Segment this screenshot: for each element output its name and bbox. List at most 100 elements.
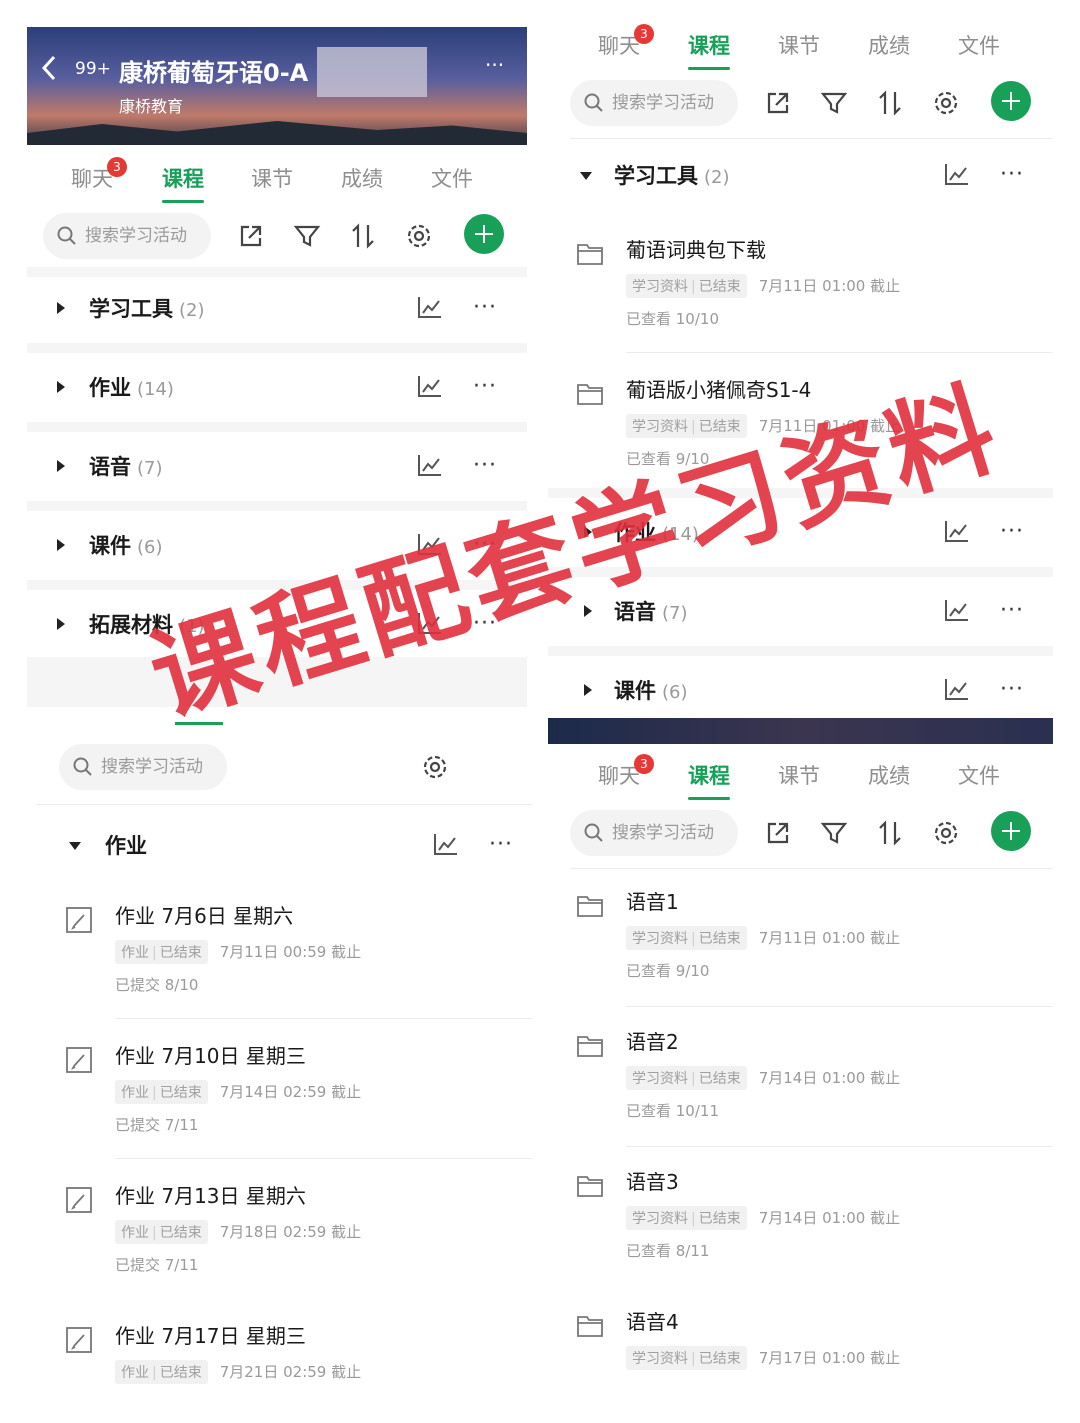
search-placeholder: 搜索学习活动	[612, 823, 714, 843]
more-options-button[interactable]: ···	[473, 374, 497, 399]
material-item[interactable]: 葡语词典包下载 学习资料 | 已结束 7月11日 01:00 截止 已查看 10/10	[548, 218, 1053, 358]
material-item[interactable]: 语音1 学习资料 | 已结束 7月11日 01:00 截止 已查看 9/10	[548, 870, 1053, 1010]
category-name: 作业	[105, 834, 147, 858]
item-meta: 学习资料 | 已结束 7月17日 01:00 截止	[626, 1346, 900, 1370]
more-options-button[interactable]: ···	[473, 295, 497, 320]
tag-type: 学习资料	[632, 1351, 688, 1367]
homework-item[interactable]: 作业 7月6日 星期六 作业 | 已结束 7月11日 00:59 截止 已提交 8/1…	[27, 884, 532, 1024]
gear-icon[interactable]	[405, 222, 433, 250]
tab-chat[interactable]: 聊天 3	[598, 754, 654, 790]
back-icon[interactable]	[41, 55, 57, 81]
material-item[interactable]: 语音4 学习资料 | 已结束 7月17日 01:00 截止	[548, 1290, 1053, 1398]
category-row-homework[interactable]: 作业 (14) ···	[27, 352, 527, 422]
category-row-tools[interactable]: 学习工具 (2) ···	[27, 273, 527, 343]
item-title: 语音2	[626, 1030, 679, 1054]
item-meta: 学习资料 | 已结束 7月11日 01:00 截止	[626, 274, 900, 298]
item-meta: 作业 | 已结束 7月18日 02:59 截止	[115, 1220, 361, 1244]
toolbar: 搜索学习活动	[27, 740, 532, 796]
search-icon	[57, 226, 76, 245]
gear-icon[interactable]	[932, 89, 960, 117]
category-row-tools-expanded[interactable]: 学习工具 (2) ···	[548, 140, 1053, 210]
search-input[interactable]: 搜索学习活动	[570, 810, 738, 856]
item-title: 作业 7月6日 星期六	[115, 904, 294, 928]
search-input[interactable]: 搜索学习活动	[59, 744, 227, 790]
search-input[interactable]: 搜索学习活动	[43, 213, 211, 259]
tab-course[interactable]: 课程	[688, 30, 730, 70]
tag-status: 已结束	[698, 1351, 741, 1367]
item-tag: 作业 | 已结束	[115, 1360, 208, 1384]
more-options-button[interactable]: ···	[489, 832, 513, 857]
item-tag: 学习资料 | 已结束	[626, 274, 747, 298]
more-options-button[interactable]: ···	[1000, 598, 1024, 623]
item-status: 已查看 9/10	[626, 962, 710, 980]
tab-grades[interactable]: 成绩	[868, 30, 910, 60]
item-deadline: 7月11日 01:00 截止	[758, 277, 901, 295]
tab-course[interactable]: 课程	[688, 760, 730, 800]
homework-item[interactable]: 作业 7月17日 星期三 作业 | 已结束 7月21日 02:59 截止	[27, 1304, 532, 1400]
filter-icon[interactable]	[293, 222, 321, 250]
add-button[interactable]	[464, 214, 504, 254]
category-row-courseware[interactable]: 课件 (6) ···	[548, 655, 1053, 718]
category-row-homework-expanded[interactable]: 作业 ···	[27, 810, 532, 880]
homework-edit-icon	[66, 907, 92, 933]
item-title: 语音4	[626, 1310, 679, 1334]
divider	[626, 1146, 1053, 1147]
more-options-button[interactable]: ···	[473, 453, 497, 478]
sort-icon[interactable]	[876, 819, 904, 847]
share-icon[interactable]	[764, 89, 792, 117]
item-title: 作业 7月13日 星期六	[115, 1184, 306, 1208]
share-icon[interactable]	[237, 222, 265, 250]
add-button[interactable]	[991, 81, 1031, 121]
homework-edit-icon	[66, 1187, 92, 1213]
tab-chat[interactable]: 聊天 3	[71, 157, 127, 193]
homework-item[interactable]: 作业 7月10日 星期三 作业 | 已结束 7月14日 02:59 截止 已提交 7/…	[27, 1024, 532, 1164]
caret-down-icon	[69, 842, 81, 850]
tab-course[interactable]: 课程	[162, 163, 204, 203]
tab-files[interactable]: 文件	[431, 163, 473, 193]
item-deadline: 7月14日 01:00 截止	[758, 1209, 901, 1227]
item-tag: 作业 | 已结束	[115, 1080, 208, 1104]
category-name: 作业 (14)	[89, 372, 174, 402]
header-more-button[interactable]: ···	[485, 53, 504, 77]
add-button[interactable]	[991, 811, 1031, 851]
gear-icon[interactable]	[421, 753, 449, 781]
filter-icon[interactable]	[820, 819, 848, 847]
tab-grades[interactable]: 成绩	[868, 760, 910, 790]
tab-lesson[interactable]: 课节	[778, 30, 820, 60]
more-options-button[interactable]: ···	[1000, 162, 1024, 187]
share-icon[interactable]	[764, 819, 792, 847]
tab-lesson[interactable]: 课节	[251, 163, 293, 193]
stats-chart-icon[interactable]	[944, 519, 970, 543]
stats-chart-icon[interactable]	[417, 374, 443, 398]
item-tag: 学习资料 | 已结束	[626, 1066, 747, 1090]
more-options-button[interactable]: ···	[1000, 677, 1024, 702]
search-input[interactable]: 搜索学习活动	[570, 80, 738, 126]
stats-chart-icon[interactable]	[944, 162, 970, 186]
category-label: 语音	[89, 455, 131, 479]
tab-grades[interactable]: 成绩	[341, 163, 383, 193]
tab-lesson[interactable]: 课节	[778, 760, 820, 790]
tab-files[interactable]: 文件	[958, 760, 1000, 790]
homework-item[interactable]: 作业 7月13日 星期六 作业 | 已结束 7月18日 02:59 截止 已提交 7/…	[27, 1164, 532, 1304]
category-row-audio[interactable]: 语音 (7) ···	[27, 431, 527, 501]
stats-chart-icon[interactable]	[944, 598, 970, 622]
filter-icon[interactable]	[820, 89, 848, 117]
tag-type: 学习资料	[632, 279, 688, 295]
more-options-button[interactable]: ···	[1000, 519, 1024, 544]
tab-files[interactable]: 文件	[958, 30, 1000, 60]
category-name: 语音 (7)	[89, 451, 163, 481]
material-item[interactable]: 语音2 学习资料 | 已结束 7月14日 01:00 截止 已查看 10/11	[548, 1010, 1053, 1150]
sort-icon[interactable]	[876, 89, 904, 117]
item-status: 已提交 7/11	[115, 1256, 199, 1274]
sort-icon[interactable]	[349, 222, 377, 250]
tab-chat[interactable]: 聊天 3	[598, 24, 654, 60]
chat-badge: 3	[107, 157, 127, 177]
material-item[interactable]: 语音3 学习资料 | 已结束 7月14日 01:00 截止 已查看 8/11	[548, 1150, 1053, 1290]
stats-chart-icon[interactable]	[944, 677, 970, 701]
stats-chart-icon[interactable]	[433, 832, 459, 856]
stats-chart-icon[interactable]	[417, 453, 443, 477]
stats-chart-icon[interactable]	[417, 295, 443, 319]
gear-icon[interactable]	[932, 819, 960, 847]
toolbar: 搜索学习活动	[27, 209, 527, 265]
tag-type: 作业	[121, 945, 149, 961]
